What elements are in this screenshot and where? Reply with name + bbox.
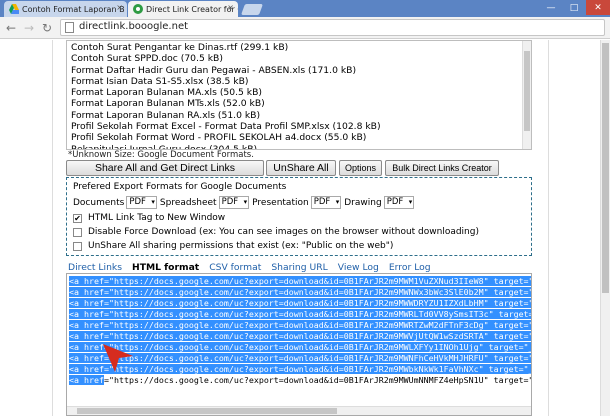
- close-window-icon[interactable]: ✕: [586, 0, 610, 15]
- selected-text: <a href="https://docs.google.com/uc?expo…: [69, 331, 531, 341]
- forward-arrow-icon[interactable]: →: [24, 21, 34, 35]
- file-list-scrollbar[interactable]: [522, 41, 531, 149]
- output-line: <a href="https://docs.google.com/uc?expo…: [69, 331, 531, 342]
- unselected-text: ="https://docs.google.com/uc?export=down…: [103, 375, 532, 385]
- file-list-item[interactable]: Format Laporan Bulanan RA.xls (51.0 kB): [71, 110, 531, 121]
- file-list-item[interactable]: Format Laporan Bulanan MA.xls (50.5 kB): [71, 87, 531, 98]
- documents-label: Documents: [73, 197, 125, 208]
- selected-text: <a href="https://docs.google.com/uc?expo…: [69, 364, 531, 374]
- spreadsheet-format-select[interactable]: PDF: [218, 196, 250, 209]
- tab-direct-link-creator[interactable]: Direct Link Creator for Go ×: [128, 1, 238, 17]
- output-line: <a href="https://docs.google.com/uc?expo…: [69, 364, 531, 375]
- option-unshare-permissions: UnShare All sharing permissions that exi…: [73, 241, 393, 251]
- content-border-right: [548, 40, 549, 416]
- output-line: <a href="https://docs.google.com/uc?expo…: [69, 342, 531, 353]
- tab-error-log[interactable]: Error Log: [389, 262, 431, 273]
- options-button[interactable]: Options: [339, 160, 382, 176]
- output-horizontal-scrollbar[interactable]: [67, 406, 531, 415]
- disable-force-download-checkbox[interactable]: [73, 227, 82, 237]
- tab-contoh-format[interactable]: Contoh Format Laporan B ×: [4, 1, 127, 17]
- page-content: Contoh Surat Pengantar ke Dinas.rtf (299…: [0, 40, 600, 416]
- file-list-item[interactable]: Contoh Surat Pengantar ke Dinas.rtf (299…: [71, 42, 531, 53]
- option-label: Disable Force Download (ex: You can see …: [88, 227, 479, 237]
- output-line: <a href="https://docs.google.com/uc?expo…: [69, 287, 531, 298]
- output-line: <a href="https://docs.google.com/uc?expo…: [69, 320, 531, 331]
- option-html-new-window: ✔ HTML Link Tag to New Window: [73, 213, 225, 223]
- content-border-left: [52, 40, 53, 416]
- selected-text: <a href="https://docs.google.com/uc?expo…: [69, 309, 531, 319]
- file-list-item[interactable]: Profil Sekolah Format Word - PROFIL SEKO…: [71, 132, 531, 143]
- unknown-size-note: *Unknown Size: Google Document Formats.: [68, 150, 254, 160]
- unshare-all-button[interactable]: UnShare All: [266, 160, 336, 176]
- selected-text: <a href="https://docs.google.com/uc?expo…: [69, 287, 531, 297]
- selected-text: <a href="https://docs.google.com/uc?expo…: [69, 320, 531, 330]
- documents-format-select[interactable]: PDF: [126, 196, 157, 209]
- tab-html-format[interactable]: HTML format: [132, 262, 199, 273]
- drawing-label: Drawing: [344, 197, 382, 208]
- spreadsheet-label: Spreadsheet: [159, 197, 217, 208]
- html-new-window-checkbox[interactable]: ✔: [73, 213, 82, 223]
- page-icon: [65, 22, 74, 33]
- tab-label: Direct Link Creator for Go: [146, 4, 238, 14]
- option-label: UnShare All sharing permissions that exi…: [88, 241, 394, 251]
- share-all-button[interactable]: Share All and Get Direct Links: [66, 160, 264, 176]
- new-tab-button[interactable]: [240, 4, 264, 15]
- selected-text: <a href="https://docs.google.com/uc?expo…: [69, 353, 531, 363]
- google-drive-icon: [9, 4, 19, 14]
- selected-text: <a href="https://docs.google.com/uc?expo…: [69, 276, 531, 286]
- direct-link-icon: [133, 4, 143, 14]
- browser-titlebar: Contoh Format Laporan B × Direct Link Cr…: [0, 0, 610, 17]
- file-list-item[interactable]: Format Isian Data S1-S5.xlsx (38.5 kB): [71, 76, 531, 87]
- presentation-format-select[interactable]: PDF: [310, 196, 342, 209]
- output-line: <a href="https://docs.google.com/uc?expo…: [69, 298, 531, 309]
- minimize-icon[interactable]: —: [540, 0, 562, 15]
- tab-csv-format[interactable]: CSV format: [209, 262, 261, 273]
- export-options-title: Prefered Export Formats for Google Docum…: [73, 182, 287, 192]
- option-disable-force-download: Disable Force Download (ex: You can see …: [73, 227, 479, 237]
- output-tabs: Direct Links HTML format CSV format Sharing…: [68, 262, 441, 273]
- file-list-item[interactable]: Format Daftar Hadir Guru dan Pegawai - A…: [71, 65, 531, 76]
- file-list[interactable]: Contoh Surat Pengantar ke Dinas.rtf (299…: [66, 40, 532, 150]
- reload-icon[interactable]: ↻: [42, 21, 52, 35]
- format-selectors: Documents PDF Spreadsheet PDF Presentati…: [73, 196, 417, 209]
- file-list-item[interactable]: Format Laporan Bulanan MTs.xls (52.0 kB): [71, 98, 531, 109]
- selected-text: <a href="https://docs.google.com/uc?expo…: [69, 342, 531, 352]
- output-line: <a href="https://docs.google.com/uc?expo…: [69, 375, 532, 386]
- tab-sharing-url[interactable]: Sharing URL: [271, 262, 327, 273]
- output-line: <a href="https://docs.google.com/uc?expo…: [69, 353, 531, 364]
- page-scrollbar[interactable]: [600, 40, 610, 416]
- tab-close-icon[interactable]: ×: [116, 3, 123, 12]
- export-options-panel: Prefered Export Formats for Google Docum…: [66, 177, 532, 256]
- drawing-format-select[interactable]: PDF: [383, 196, 415, 209]
- tab-label: Contoh Format Laporan B: [22, 4, 125, 14]
- browser-toolbar: ← → ↻ directlink.booogle.net: [0, 17, 610, 39]
- maximize-icon[interactable]: □: [563, 0, 585, 15]
- file-list-item[interactable]: Contoh Surat SPPD.doc (70.5 kB): [71, 53, 531, 64]
- selected-text: <a href: [69, 375, 104, 385]
- address-url[interactable]: directlink.booogle.net: [79, 21, 188, 32]
- option-label: HTML Link Tag to New Window: [88, 213, 226, 223]
- file-list-scroll-thumb[interactable]: [524, 51, 530, 131]
- unshare-permissions-checkbox[interactable]: [73, 241, 82, 251]
- output-line: <a href="https://docs.google.com/uc?expo…: [69, 309, 531, 320]
- output-scroll-thumb[interactable]: [77, 408, 337, 414]
- address-bar[interactable]: directlink.booogle.net: [60, 19, 605, 36]
- tab-view-log[interactable]: View Log: [338, 262, 379, 273]
- page-scroll-thumb[interactable]: [602, 43, 609, 293]
- bulk-direct-links-button[interactable]: Bulk Direct Links Creator: [385, 160, 499, 176]
- tab-close-icon[interactable]: ×: [227, 3, 234, 12]
- output-line: <a href="https://docs.google.com/uc?expo…: [69, 276, 531, 287]
- tab-direct-links[interactable]: Direct Links: [68, 262, 122, 273]
- red-arrow-pointer-icon: [103, 344, 133, 372]
- file-list-item[interactable]: Profil Sekolah Format Excel - Format Dat…: [71, 121, 531, 132]
- selected-text: <a href="https://docs.google.com/uc?expo…: [69, 298, 531, 308]
- back-arrow-icon[interactable]: ←: [6, 21, 16, 35]
- presentation-label: Presentation: [252, 197, 309, 208]
